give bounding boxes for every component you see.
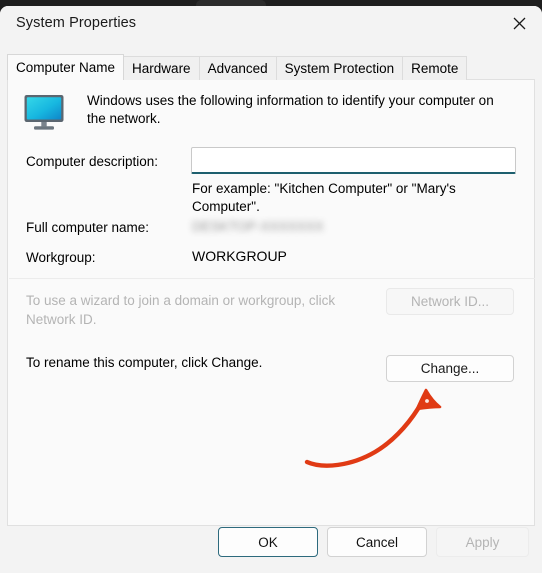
network-id-button[interactable]: Network ID... [386,288,514,315]
change-button[interactable]: Change... [386,355,514,382]
tab-label: Hardware [132,61,191,76]
network-id-description: To use a wizard to join a domain or work… [26,293,336,327]
tab-computer-name[interactable]: Computer Name [7,54,125,80]
tab-label: Advanced [207,61,268,76]
tab-label: Computer Name [16,60,116,75]
dialog-footer: OK Cancel Apply [0,527,542,557]
intro-text: Windows uses the following information t… [87,93,494,126]
close-icon[interactable] [496,6,542,40]
workgroup-label: Workgroup: [26,250,96,265]
tab-label: Remote [411,61,459,76]
workgroup-value: WORKGROUP [192,248,287,264]
change-description: To rename this computer, click Change. [26,355,263,370]
monitor-icon [24,95,64,130]
computer-description-label: Computer description: [26,154,159,169]
computer-name-tab-panel: Windows uses the following information t… [7,79,535,526]
intro-row: Windows uses the following information t… [21,92,521,133]
computer-description-input-wrap [191,147,516,174]
computer-description-input[interactable] [191,147,516,174]
tab-strip: Computer Name Hardware Advanced System P… [7,54,468,80]
system-properties-dialog: System Properties Computer Name Hardware… [0,6,542,573]
full-computer-name-value: DESKTOP-XXXXXXX [192,219,324,234]
cancel-button[interactable]: Cancel [327,527,427,557]
tab-label: System Protection [284,61,395,76]
full-computer-name-label: Full computer name: [26,220,150,235]
tab-hardware[interactable]: Hardware [123,56,200,80]
window-title: System Properties [16,15,137,31]
tab-system-protection[interactable]: System Protection [275,56,404,80]
apply-button[interactable]: Apply [436,527,529,557]
ok-button[interactable]: OK [218,527,318,557]
section-divider [9,278,535,279]
red-arrow-annotation-icon [304,388,442,468]
computer-description-example-text: For example: "Kitchen Computer" or "Mary… [192,181,456,214]
title-bar: System Properties [0,6,542,44]
tab-advanced[interactable]: Advanced [198,56,277,80]
tab-remote[interactable]: Remote [402,56,468,80]
